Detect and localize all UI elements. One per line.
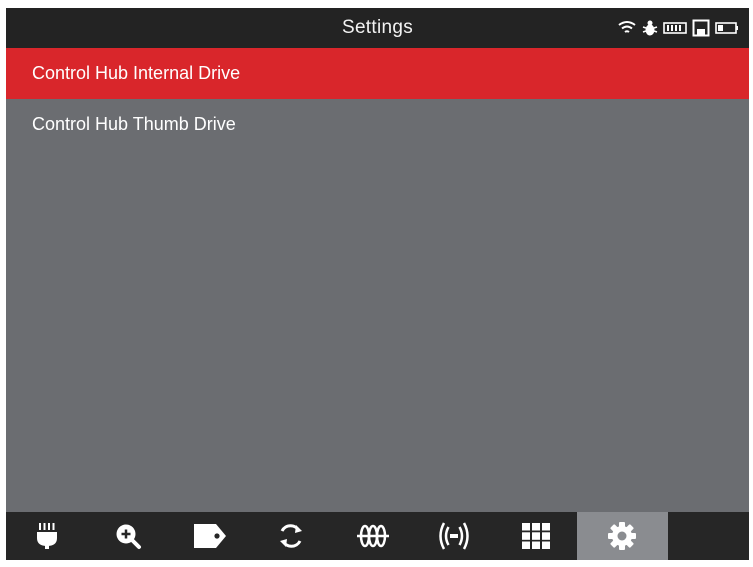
list-item-thumb-drive[interactable]: Control Hub Thumb Drive xyxy=(6,99,749,150)
drive-list: Control Hub Internal Drive Control Hub T… xyxy=(6,48,749,150)
refresh-button[interactable] xyxy=(251,512,333,560)
refresh-icon xyxy=(277,522,305,550)
plug-icon xyxy=(34,522,60,550)
bottom-toolbar xyxy=(6,512,749,560)
gear-icon xyxy=(607,521,637,551)
status-bar xyxy=(617,18,739,38)
battery-meter-icon xyxy=(663,21,687,35)
list-item-internal-drive[interactable]: Control Hub Internal Drive xyxy=(6,48,749,99)
zoom-button[interactable] xyxy=(88,512,170,560)
signal-button[interactable] xyxy=(414,512,496,560)
zoom-in-icon xyxy=(114,522,142,550)
grid-button[interactable] xyxy=(495,512,577,560)
title-bar: Settings xyxy=(6,8,749,48)
settings-button[interactable] xyxy=(576,512,668,560)
battery-icon xyxy=(715,21,739,35)
save-icon xyxy=(692,19,710,37)
settings-screen: Settings Control Hub Internal Drive Cont… xyxy=(6,8,749,560)
list-item-label: Control Hub Internal Drive xyxy=(32,63,241,83)
grid-icon xyxy=(521,522,551,550)
list-item-label: Control Hub Thumb Drive xyxy=(32,114,236,134)
plug-button[interactable] xyxy=(6,512,88,560)
tag-button[interactable] xyxy=(169,512,251,560)
tag-icon xyxy=(193,523,227,549)
signal-icon xyxy=(436,521,472,551)
coil-button[interactable] xyxy=(332,512,414,560)
wifi-icon xyxy=(617,20,637,36)
coil-icon xyxy=(356,523,390,549)
bug-icon xyxy=(642,19,658,37)
